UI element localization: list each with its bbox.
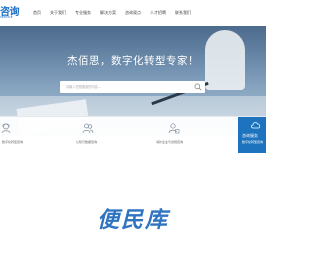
group-icon bbox=[82, 123, 94, 134]
nav-item-insights[interactable]: 咨询观点 bbox=[125, 10, 141, 18]
service-label: 认知与数据咨询 bbox=[76, 140, 98, 144]
user-settings-icon bbox=[168, 123, 180, 134]
main-nav: 首页 关于我们 专业服务 解决方案 咨询观点 人才招聘 联系我们 bbox=[33, 10, 200, 18]
nav-item-contact[interactable]: 联系我们 bbox=[175, 10, 191, 18]
service-label: 数字化转型咨询 bbox=[242, 140, 264, 144]
brand-watermark: 便民库 bbox=[96, 208, 169, 233]
search-input[interactable] bbox=[60, 81, 180, 93]
search-icon[interactable] bbox=[194, 83, 202, 91]
consultant-icon bbox=[1, 123, 11, 134]
service-item-active[interactable]: 咨询服务 数字化转型咨询 bbox=[238, 117, 266, 153]
nav-item-solutions[interactable]: 解决方案 bbox=[100, 10, 116, 18]
service-item-data[interactable]: 认知与数据咨询 bbox=[74, 117, 124, 153]
service-label: 海外企业与合规咨询 bbox=[156, 140, 184, 144]
site-header: 咨询 SERVICE 首页 关于我们 专业服务 解决方案 咨询观点 人才招聘 联… bbox=[0, 0, 266, 26]
cloud-icon bbox=[251, 122, 261, 129]
logo-subtitle: SERVICE bbox=[0, 15, 13, 19]
nav-item-about[interactable]: 关于我们 bbox=[50, 10, 66, 18]
service-label: 数字化转型咨询 bbox=[2, 140, 24, 144]
hero-title: 杰佰思，数字化转型专家！ bbox=[67, 55, 199, 67]
nav-item-home[interactable]: 首页 bbox=[33, 10, 41, 18]
services-bar: 数字化转型咨询 认知与数据咨询 海外企业与合规咨询 咨询服务 数字化转型咨询 bbox=[0, 116, 266, 153]
service-item-overseas[interactable]: 海外企业与合规咨询 bbox=[152, 117, 202, 153]
nav-item-careers[interactable]: 人才招聘 bbox=[150, 10, 166, 18]
logo[interactable]: 咨询 SERVICE bbox=[0, 3, 26, 21]
nav-item-services[interactable]: 专业服务 bbox=[75, 10, 91, 18]
service-title: 咨询服务 bbox=[242, 133, 258, 138]
service-item-digital[interactable]: 数字化转型咨询 bbox=[0, 117, 50, 153]
search-box bbox=[60, 81, 205, 93]
